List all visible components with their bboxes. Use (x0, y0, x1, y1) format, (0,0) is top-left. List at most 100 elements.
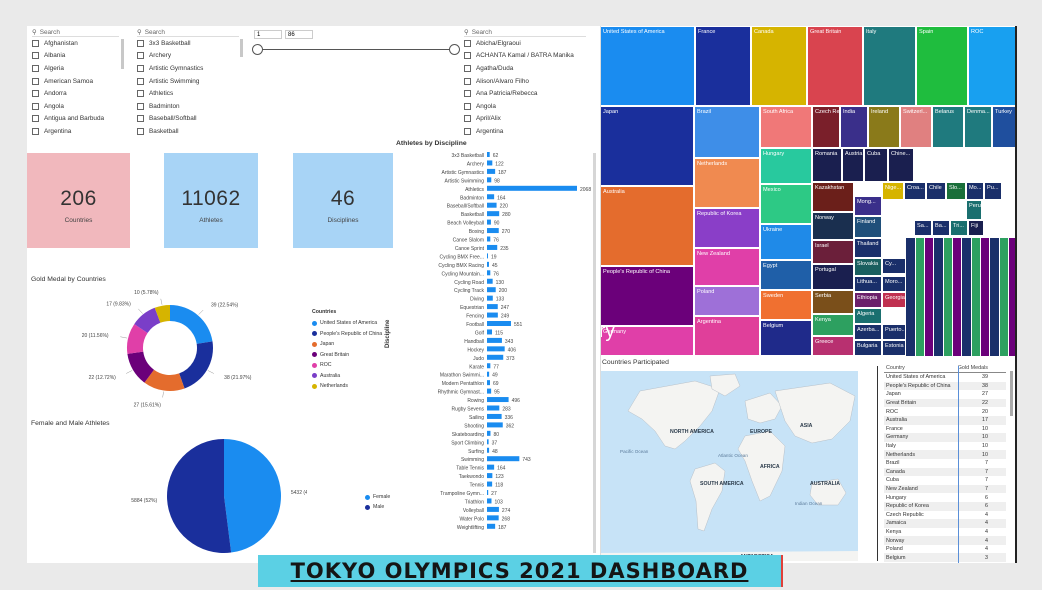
legend-item[interactable]: Australia (312, 371, 382, 382)
slicer-item[interactable]: Antigua and Barbuda (32, 113, 119, 126)
treemap-tile[interactable]: Greece (812, 336, 854, 356)
checkbox[interactable] (464, 115, 471, 123)
treemap-tile[interactable]: Nige... (882, 182, 904, 200)
slicer-item[interactable]: Badminton (137, 100, 239, 113)
checkbox[interactable] (32, 39, 39, 47)
treemap-tile[interactable]: Georgia (882, 292, 906, 308)
checkbox[interactable] (32, 102, 39, 110)
range-max-input[interactable]: 86 (285, 30, 313, 39)
table-row[interactable]: Cuba 7 (884, 476, 1006, 485)
treemap-tile[interactable]: Algeria (854, 308, 882, 324)
checkbox[interactable] (464, 64, 471, 72)
treemap-tile[interactable]: Serbia (812, 290, 854, 314)
slicer-item[interactable]: Afghanistan (32, 37, 119, 50)
discipline-slicer[interactable]: ⚲ Search 3x3 Basketball Archery Artistic Gym… (137, 28, 239, 138)
treemap-tile[interactable]: Republic of Korea (694, 208, 760, 248)
slicer-item[interactable]: Alison/Alvaro Filho (464, 75, 586, 88)
table-row[interactable]: Italy 10 (884, 442, 1006, 451)
treemap-tile[interactable]: Croa... (904, 182, 926, 200)
slicer-item[interactable]: Albania (32, 50, 119, 63)
treemap-tile[interactable]: Netherlands (694, 158, 760, 208)
slicer-item[interactable]: Angola (464, 100, 586, 113)
checkbox[interactable] (137, 52, 144, 60)
treemap-tile[interactable]: Finland (854, 216, 882, 238)
world-map[interactable]: NORTH AMERICA EUROPE ASIA AFRICA SOUTH AMERI… (600, 371, 858, 561)
table-scrollbar[interactable] (1010, 371, 1013, 416)
checkbox[interactable] (137, 115, 144, 123)
slicer-item[interactable]: Angola (32, 100, 119, 113)
treemap-tile[interactable]: Great Britain (807, 26, 863, 106)
slicer-item[interactable]: April/Alix (464, 113, 586, 126)
countries-search[interactable]: ⚲ Search (32, 28, 119, 37)
table-header-country[interactable]: Country (884, 365, 956, 371)
checkbox[interactable] (464, 90, 471, 98)
table-row[interactable]: Poland 4 (884, 545, 1006, 554)
table-row[interactable]: France 10 (884, 425, 1006, 434)
discipline-slicer-scrollbar[interactable] (240, 39, 243, 57)
treemap-tile[interactable]: Thailand (854, 238, 882, 258)
table-row[interactable]: Belgium 3 (884, 553, 1006, 563)
gold-donut-chart[interactable]: 39 (22.54%) 38 (21.97%) 27 (15.61%) 22 (12.… (27, 284, 307, 424)
treemap-tile[interactable]: Hungary (760, 148, 812, 184)
checkbox[interactable] (137, 77, 144, 85)
treemap-tile[interactable]: Estonia (882, 340, 906, 356)
treemap-tile[interactable]: Slo... (946, 182, 966, 200)
treemap-tile[interactable]: Poland (694, 286, 760, 316)
table-row[interactable]: Brazil 7 (884, 459, 1006, 468)
treemap-tile[interactable]: Norway (812, 212, 854, 240)
slicer-item[interactable]: Argentina (464, 125, 586, 138)
checkbox[interactable] (32, 52, 39, 60)
table-row[interactable]: Republic of Korea 6 (884, 501, 1006, 511)
table-row[interactable]: Canada 7 (884, 467, 1006, 477)
checkbox[interactable] (464, 52, 471, 60)
table-row[interactable]: Germany 10 (884, 433, 1006, 442)
country-slicer[interactable]: ⚲ Search Afghanistan Albania Algeria American… (32, 28, 119, 138)
slicer-item[interactable]: Algeria (32, 62, 119, 75)
treemap-tile[interactable]: Cy... (882, 258, 906, 274)
table-row[interactable]: Jamaica 4 (884, 519, 1006, 528)
checkbox[interactable] (464, 39, 471, 47)
treemap-tile[interactable]: Spain (916, 26, 968, 106)
treemap-tile[interactable]: Mo... (966, 182, 984, 200)
treemap-tile[interactable]: Sweden (760, 290, 812, 320)
checkbox[interactable] (137, 90, 144, 98)
treemap-tile[interactable]: South Africa (760, 106, 812, 148)
treemap-tile[interactable]: Romania (812, 148, 842, 182)
treemap-tile[interactable]: Peru (966, 200, 982, 220)
slicer-item[interactable]: Baseball/Softball (137, 113, 239, 126)
legend-item[interactable]: United States of America (312, 318, 382, 329)
range-slider[interactable]: 1 86 (252, 30, 462, 60)
range-handle-min[interactable] (252, 44, 263, 55)
table-row[interactable]: Norway 4 (884, 536, 1006, 545)
treemap-tile[interactable]: Bulgaria (854, 340, 882, 356)
treemap-tile[interactable]: Switzerl... (900, 106, 932, 148)
treemap-tile[interactable]: Egypt (760, 260, 812, 290)
slicer-item[interactable]: Ana Patricia/Rebecca (464, 87, 586, 100)
slicer-item[interactable]: Abicha/Elgraoui (464, 37, 586, 50)
treemap-tile[interactable]: Fiji (968, 220, 984, 236)
athletes-search[interactable]: ⚲ Search (464, 28, 586, 37)
slicer-item[interactable]: Athletics (137, 87, 239, 100)
table-row[interactable]: Australia 17 (884, 415, 1006, 425)
treemap-tile[interactable]: United States of America (600, 26, 695, 106)
treemap-tile[interactable]: France (695, 26, 751, 106)
athlete-slicer[interactable]: ⚲ Search Abicha/Elgraoui ACHANTA Kamal / BA… (464, 28, 586, 138)
treemap-tile[interactable]: Cuba (864, 148, 888, 182)
checkbox[interactable] (137, 64, 144, 72)
country-slicer-scrollbar[interactable] (121, 39, 124, 69)
slicer-item[interactable]: Andorra (32, 87, 119, 100)
treemap-tile[interactable]: Brazil (694, 106, 760, 158)
table-row[interactable]: Czech Republic 4 (884, 511, 1006, 520)
table-row[interactable]: Hungary 6 (884, 493, 1006, 502)
checkbox[interactable] (464, 102, 471, 110)
disciplines-search[interactable]: ⚲ Search (137, 28, 239, 37)
slicer-item[interactable]: Basketball (137, 125, 239, 138)
treemap-tile[interactable]: Puerto... (882, 324, 906, 340)
checkbox[interactable] (32, 115, 39, 123)
treemap-tile[interactable]: Canada (751, 26, 807, 106)
checkbox[interactable] (32, 64, 39, 72)
legend-item[interactable]: Japan (312, 339, 382, 350)
treemap-tile[interactable]: Argentina (694, 316, 760, 356)
checkbox[interactable] (137, 127, 144, 135)
treemap-tile[interactable]: Belgium (760, 320, 812, 356)
